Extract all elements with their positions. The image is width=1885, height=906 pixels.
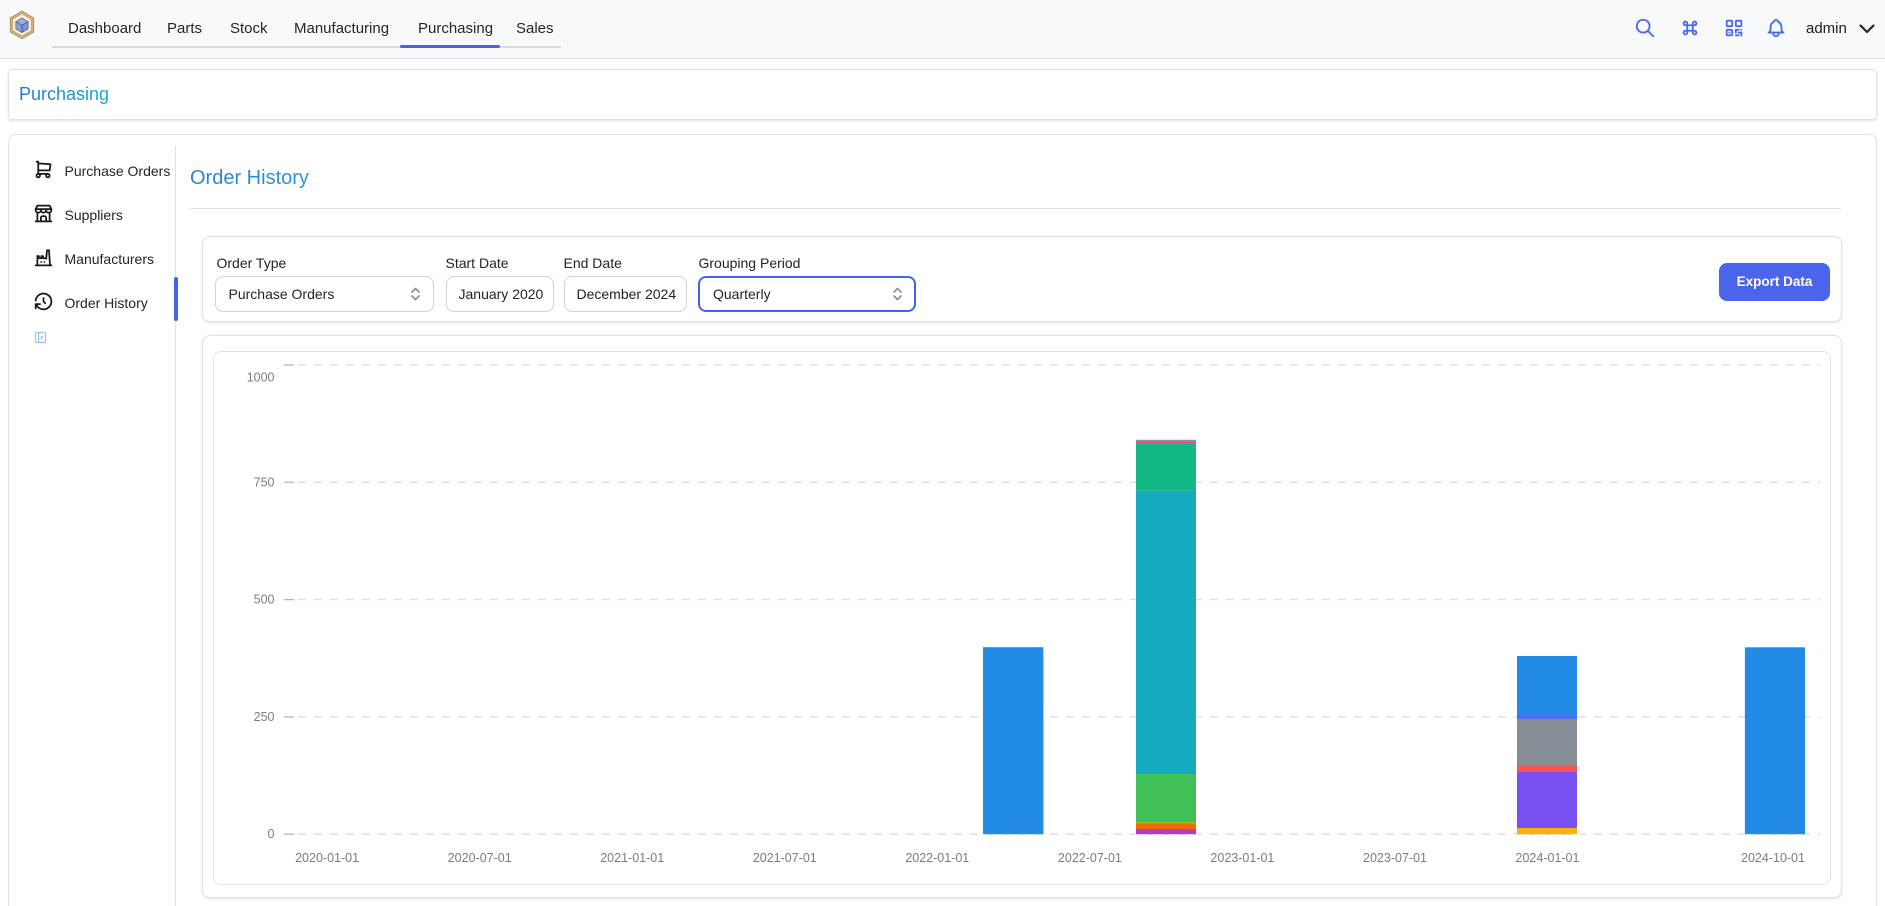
svg-text:0: 0: [268, 827, 275, 841]
svg-text:1000: 1000: [247, 371, 275, 385]
svg-text:2024-01-01: 2024-01-01: [1516, 851, 1580, 865]
svg-text:2020-07-01: 2020-07-01: [448, 851, 512, 865]
svg-text:250: 250: [254, 710, 275, 724]
svg-text:2022-07-01: 2022-07-01: [1058, 851, 1122, 865]
svg-text:2020-01-01: 2020-01-01: [295, 851, 359, 865]
svg-text:2022-01-01: 2022-01-01: [905, 851, 969, 865]
svg-text:2021-07-01: 2021-07-01: [753, 851, 817, 865]
svg-text:2021-01-01: 2021-01-01: [600, 851, 664, 865]
svg-text:750: 750: [254, 475, 275, 489]
svg-text:2023-07-01: 2023-07-01: [1363, 851, 1427, 865]
svg-text:2023-01-01: 2023-01-01: [1210, 851, 1274, 865]
svg-text:500: 500: [254, 593, 275, 607]
svg-text:2024-10-01: 2024-10-01: [1741, 851, 1805, 865]
